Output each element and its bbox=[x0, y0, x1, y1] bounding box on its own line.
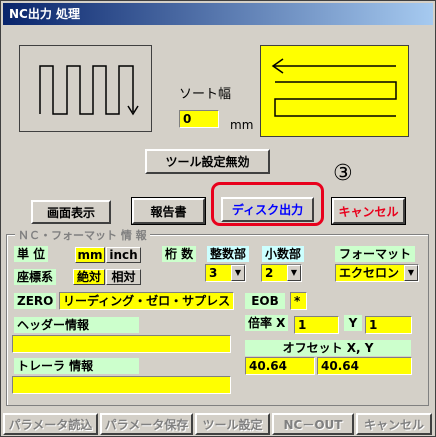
sort-width-unit: mm bbox=[230, 118, 254, 132]
coord-absolute-label: 絶対 bbox=[76, 270, 101, 284]
load-parameters-button[interactable]: パラメータ読込 bbox=[3, 413, 98, 435]
path-preview-right bbox=[260, 45, 409, 137]
serpentine-sort-icon bbox=[271, 58, 397, 117]
decimal-part-label: 小数部 bbox=[262, 246, 305, 262]
trailer-info-field[interactable] bbox=[12, 376, 231, 394]
chevron-down-icon[interactable]: ▼ bbox=[287, 265, 301, 281]
coord-absolute-option[interactable]: 絶対 bbox=[73, 269, 105, 285]
unit-inch-label: inch bbox=[109, 248, 138, 262]
decimal-digits-value: 2 bbox=[265, 266, 274, 280]
screen-display-button[interactable]: 画面表示 bbox=[31, 200, 111, 224]
cancel-button[interactable]: キャンセル bbox=[331, 197, 406, 225]
coord-system-label: 座標系 bbox=[14, 269, 57, 285]
save-parameters-button[interactable]: パラメータ保存 bbox=[100, 413, 193, 435]
scale-x-label: 倍率 X bbox=[245, 315, 289, 331]
trailer-info-label: トレーラ 情報 bbox=[14, 358, 139, 374]
window-title: NC出力 処理 bbox=[3, 3, 433, 25]
zero-suppress-field[interactable]: リーディング・ゼロ・サプレス bbox=[59, 292, 234, 310]
sort-width-label: ソート幅 bbox=[179, 87, 232, 102]
report-button[interactable]: 報告書 bbox=[131, 197, 206, 225]
eob-field[interactable]: * bbox=[290, 292, 307, 310]
unit-mm-label: mm bbox=[77, 248, 103, 262]
offset-x-input[interactable]: 40.64 bbox=[245, 357, 315, 375]
integer-digits-value: 3 bbox=[209, 266, 218, 280]
unit-mm-option[interactable]: mm bbox=[75, 247, 105, 263]
zigzag-path-icon bbox=[39, 65, 139, 116]
tool-settings-button[interactable]: ツール設定 bbox=[195, 413, 270, 435]
header-info-label: ヘッダー情報 bbox=[14, 317, 139, 333]
bottom-cancel-button[interactable]: キャンセル bbox=[356, 413, 432, 435]
coord-relative-label: 相対 bbox=[111, 270, 136, 284]
tool-setting-disable-button[interactable]: ツール設定無効 bbox=[145, 149, 270, 174]
offset-y-input[interactable]: 40.64 bbox=[317, 357, 412, 375]
eob-label: EOB bbox=[245, 293, 285, 309]
nc-output-window: NC出力 処理 ソート幅 0 mm ツール設定無効 ③ 画面表示 報告書 ディス… bbox=[0, 0, 436, 437]
nc-out-button[interactable]: NC－OUT bbox=[272, 413, 354, 435]
chevron-down-icon[interactable]: ▼ bbox=[231, 265, 245, 281]
integer-digits-select[interactable]: 3 ▼ bbox=[205, 264, 246, 282]
step-marker-3: ③ bbox=[333, 161, 353, 186]
disk-output-button[interactable]: ディスク出力 bbox=[221, 197, 314, 222]
coord-relative-option[interactable]: 相対 bbox=[106, 269, 141, 285]
unit-label: 単 位 bbox=[14, 246, 49, 262]
scale-x-input[interactable]: 1 bbox=[294, 316, 339, 334]
chevron-down-icon[interactable]: ▼ bbox=[404, 265, 418, 281]
sort-width-input[interactable]: 0 bbox=[179, 110, 219, 128]
integer-part-label: 整数部 bbox=[207, 246, 250, 262]
format-select[interactable]: エクセロン ▼ bbox=[335, 264, 419, 282]
zero-label: ZERO bbox=[14, 293, 57, 309]
format-value: エクセロン bbox=[339, 266, 400, 280]
header-info-field[interactable] bbox=[12, 335, 231, 353]
digits-label: 桁 数 bbox=[162, 246, 197, 262]
scale-y-input[interactable]: 1 bbox=[365, 316, 412, 334]
path-preview-left bbox=[19, 45, 152, 132]
offset-label: オフセット X, Y bbox=[245, 340, 411, 356]
nc-format-group-title: ＮＣ・フォーマット 情 報 bbox=[15, 227, 150, 243]
format-label: フォーマット bbox=[335, 246, 415, 262]
scale-y-label: Y bbox=[344, 315, 362, 331]
decimal-digits-select[interactable]: 2 ▼ bbox=[261, 264, 302, 282]
bottom-button-bar: パラメータ読込 パラメータ保存 ツール設定 NC－OUT キャンセル bbox=[1, 411, 435, 436]
unit-inch-option[interactable]: inch bbox=[106, 247, 141, 263]
